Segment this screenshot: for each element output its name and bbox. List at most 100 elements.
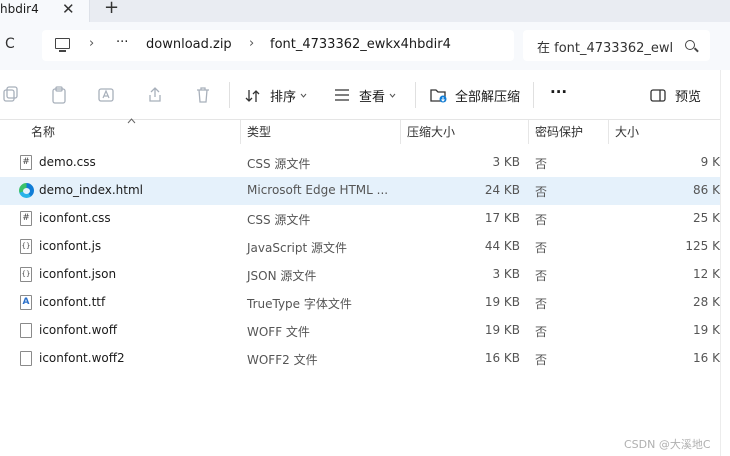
sort-button[interactable]: 排序 <box>270 86 296 105</box>
file-name: demo.css <box>39 155 96 169</box>
file-password-protected: 否 <box>535 353 548 367</box>
breadcrumb-folder[interactable]: font_4733362_ewkx4hbdir4 <box>270 37 451 52</box>
extract-all-icon <box>430 89 447 103</box>
table-row[interactable]: {} iconfont.json JSON 源文件 3 KB 否 12 K <box>0 261 720 289</box>
toolbar-divider <box>415 82 416 108</box>
table-row[interactable]: iconfont.woff2 WOFF2 文件 16 KB 否 16 K <box>0 345 720 373</box>
column-header-size[interactable]: 大小 <box>615 123 639 140</box>
file-name: iconfont.json <box>39 267 117 281</box>
file-password-protected: 否 <box>535 325 548 339</box>
file-compressed-size: 16 KB <box>484 351 520 365</box>
file-name: iconfont.woff2 <box>39 351 125 365</box>
toolbar-divider <box>533 82 534 108</box>
file-password-protected: 否 <box>535 297 548 311</box>
file-password-protected: 否 <box>535 213 548 227</box>
table-row[interactable]: {} iconfont.js JavaScript 源文件 44 KB 否 12… <box>0 233 720 261</box>
tab-current[interactable]: hbdir4 ✕ <box>0 0 90 22</box>
file-size: 25 K <box>693 211 720 225</box>
new-tab-icon[interactable]: + <box>104 0 119 17</box>
file-list: # demo.css CSS 源文件 3 KB 否 9 K demo_index… <box>0 149 720 373</box>
breadcrumb-download-zip[interactable]: download.zip <box>146 37 232 52</box>
file-type: TrueType 字体文件 <box>247 297 352 311</box>
file-size: 86 K <box>693 183 720 197</box>
chevron-down-icon <box>300 93 307 98</box>
file-password-protected: 否 <box>535 241 548 255</box>
address-bar[interactable]: › ··· download.zip › font_4733362_ewkx4h… <box>42 30 514 61</box>
search-input[interactable]: 在 font_4733362_ewl <box>523 30 710 61</box>
file-compressed-size: 44 KB <box>484 239 520 253</box>
file-compressed-size: 19 KB <box>484 323 520 337</box>
column-header-name[interactable]: 名称 <box>31 123 55 140</box>
table-row[interactable]: # iconfont.css CSS 源文件 17 KB 否 25 K <box>0 205 720 233</box>
column-header-password-protected[interactable]: 密码保护 <box>535 123 583 140</box>
file-size: 16 K <box>693 351 720 365</box>
copy-path-icon[interactable] <box>2 86 18 104</box>
toolbar-divider <box>229 82 230 108</box>
vertical-scrollbar[interactable] <box>720 70 730 456</box>
search-placeholder: 在 font_4733362_ewl <box>537 41 674 56</box>
sort-icon <box>245 90 260 102</box>
extract-all-button[interactable]: 全部解压缩 <box>455 86 520 105</box>
file-type: CSS 源文件 <box>247 157 311 171</box>
refresh-icon[interactable]: C <box>5 36 15 52</box>
preview-button[interactable]: 预览 <box>675 86 701 105</box>
file-compressed-size: 3 KB <box>492 155 520 169</box>
file-type: JavaScript 源文件 <box>247 241 347 255</box>
file-size: 19 K <box>693 323 720 337</box>
file-type: CSS 源文件 <box>247 213 311 227</box>
rename-icon[interactable] <box>98 86 114 104</box>
file-compressed-size: 3 KB <box>492 267 520 281</box>
file-compressed-size: 24 KB <box>484 183 520 197</box>
chevron-right-icon: › <box>249 36 255 51</box>
column-divider[interactable] <box>400 120 401 144</box>
file-size: 12 K <box>693 267 720 281</box>
sort-ascending-icon <box>127 118 136 124</box>
file-type: WOFF2 文件 <box>247 353 318 367</box>
file-name: iconfont.js <box>39 239 102 253</box>
watermark: CSDN @大溪地C <box>624 438 711 451</box>
column-header-compressed-size[interactable]: 压缩大小 <box>407 123 455 140</box>
tab-title: hbdir4 <box>0 2 39 16</box>
paste-icon[interactable] <box>51 86 67 104</box>
file-type: JSON 源文件 <box>247 269 317 283</box>
column-header-type[interactable]: 类型 <box>247 123 271 140</box>
table-row[interactable]: iconfont.woff WOFF 文件 19 KB 否 19 K <box>0 317 720 345</box>
file-type: Microsoft Edge HTML ... <box>247 183 389 197</box>
file-password-protected: 否 <box>535 269 548 283</box>
file-size: 125 K <box>685 239 720 253</box>
blank-file-icon <box>20 351 32 366</box>
share-icon[interactable] <box>147 86 163 104</box>
close-icon[interactable]: ✕ <box>62 0 75 18</box>
edge-icon <box>19 183 34 198</box>
file-compressed-size: 17 KB <box>484 211 520 225</box>
file-compressed-size: 19 KB <box>484 295 520 309</box>
address-row: C › ··· download.zip › font_4733362_ewkx… <box>0 22 730 70</box>
column-divider[interactable] <box>528 120 529 144</box>
command-bar: 排序 查看 全部解压缩 ··· 预览 <box>0 70 730 120</box>
view-icon <box>335 89 349 101</box>
column-divider[interactable] <box>608 120 609 144</box>
table-row[interactable]: A iconfont.ttf TrueType 字体文件 19 KB 否 28 … <box>0 289 720 317</box>
search-icon[interactable] <box>685 40 695 50</box>
file-size: 28 K <box>693 295 720 309</box>
table-row[interactable]: demo_index.html Microsoft Edge HTML ... … <box>0 177 720 205</box>
file-name: iconfont.css <box>39 211 111 225</box>
json-file-icon: {} <box>20 267 32 282</box>
file-size: 9 K <box>700 155 720 169</box>
column-divider[interactable] <box>240 120 241 144</box>
css-file-icon: # <box>20 155 32 170</box>
file-type: WOFF 文件 <box>247 325 310 339</box>
view-button[interactable]: 查看 <box>359 86 385 105</box>
column-headers: 名称 类型 压缩大小 密码保护 大小 <box>0 118 730 144</box>
chevron-down-icon <box>389 93 396 98</box>
file-name: iconfont.ttf <box>39 295 106 309</box>
css-file-icon: # <box>20 211 32 226</box>
file-password-protected: 否 <box>535 185 548 199</box>
more-options-button[interactable]: ··· <box>550 83 567 101</box>
delete-icon[interactable] <box>195 86 211 104</box>
file-name: iconfont.woff <box>39 323 117 337</box>
table-row[interactable]: # demo.css CSS 源文件 3 KB 否 9 K <box>0 149 720 177</box>
computer-icon <box>55 38 70 52</box>
preview-pane-icon <box>650 89 666 102</box>
breadcrumb-more[interactable]: ··· <box>116 35 128 50</box>
